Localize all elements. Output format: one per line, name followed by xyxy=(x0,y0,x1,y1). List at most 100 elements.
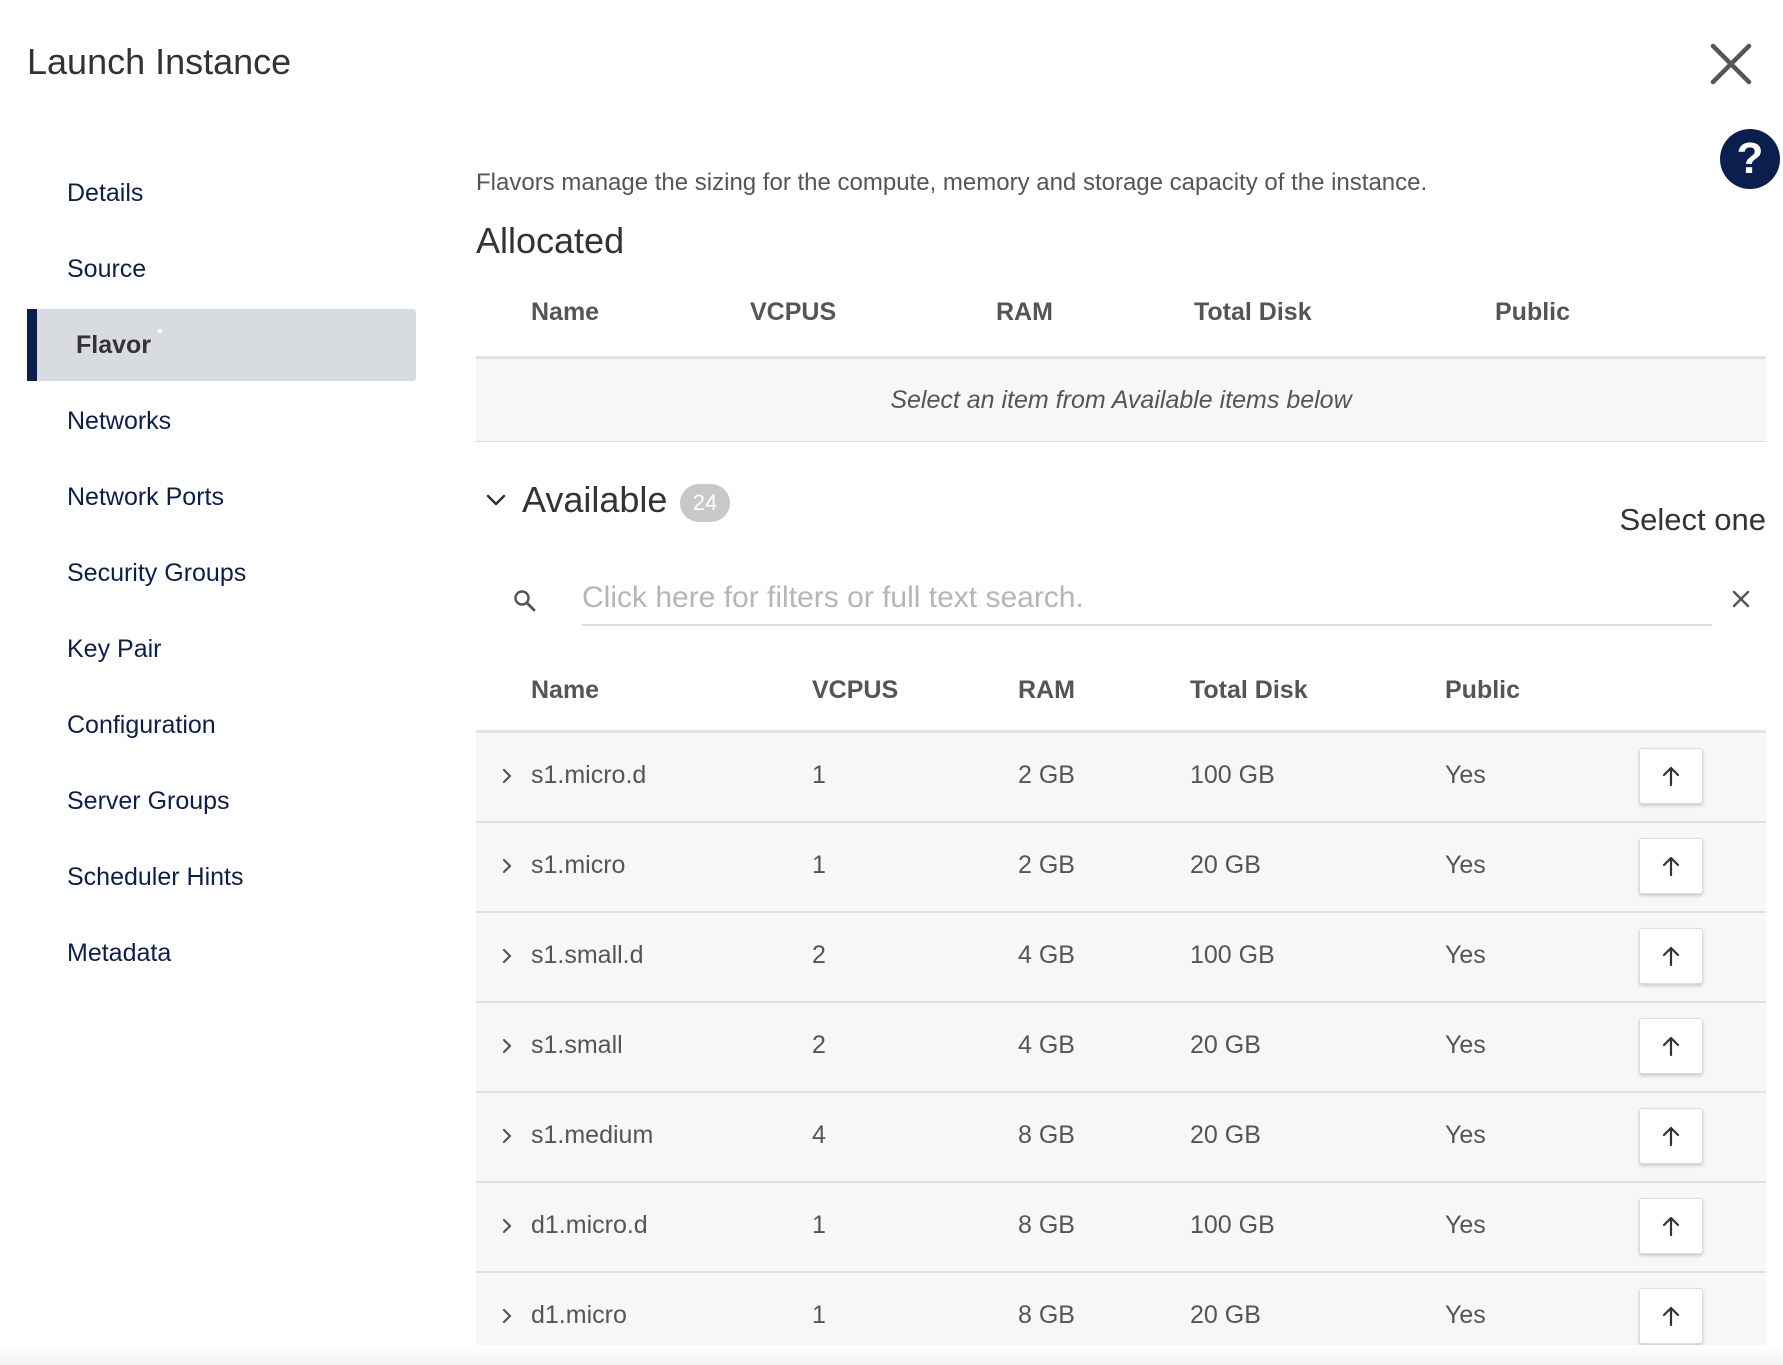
sidebar-item-source[interactable]: Source xyxy=(27,233,416,305)
table-row: d1.micro.d 1 8 GB 100 GB Yes xyxy=(476,1183,1766,1273)
column-header-ram[interactable]: RAM xyxy=(996,298,1053,327)
cell-ram: 8 GB xyxy=(1018,1211,1075,1239)
cell-total-disk: 100 GB xyxy=(1190,761,1275,789)
allocate-button[interactable] xyxy=(1639,1288,1703,1344)
cell-name: s1.medium xyxy=(531,1121,654,1149)
cell-ram: 2 GB xyxy=(1018,851,1075,879)
cell-name: d1.micro xyxy=(531,1301,627,1329)
cell-public: Yes xyxy=(1445,1121,1486,1149)
cell-vcpus: 1 xyxy=(812,1301,826,1329)
cell-total-disk: 20 GB xyxy=(1190,1121,1261,1149)
cell-name: d1.micro.d xyxy=(531,1211,648,1239)
sidebar-item-label: Metadata xyxy=(67,938,172,967)
cell-name: s1.micro xyxy=(531,851,626,879)
chevron-right-icon[interactable] xyxy=(496,1305,518,1327)
sidebar-item-networks[interactable]: Networks xyxy=(27,385,416,457)
arrow-up-icon xyxy=(1662,1036,1680,1057)
allocate-button[interactable] xyxy=(1639,1108,1703,1164)
cell-ram: 8 GB xyxy=(1018,1301,1075,1329)
cell-name: s1.small.d xyxy=(531,941,644,969)
cell-total-disk: 20 GB xyxy=(1190,1301,1261,1329)
sidebar-item-label: Key Pair xyxy=(67,634,162,663)
allocate-button[interactable] xyxy=(1639,928,1703,984)
cell-vcpus: 1 xyxy=(812,1211,826,1239)
search-input[interactable] xyxy=(582,572,1712,626)
chevron-right-icon[interactable] xyxy=(496,945,518,967)
modal-title: Launch Instance xyxy=(27,41,292,82)
cell-vcpus: 2 xyxy=(812,1031,826,1059)
column-header-vcpus[interactable]: VCPUS xyxy=(812,676,898,705)
bottom-shadow xyxy=(0,1345,1783,1365)
cell-ram: 2 GB xyxy=(1018,761,1075,789)
available-count-badge: 24 xyxy=(680,484,730,522)
select-one-hint: Select one xyxy=(1619,502,1767,537)
close-icon xyxy=(1710,43,1752,85)
sidebar-item-flavor[interactable]: Flavor * xyxy=(27,309,416,381)
arrow-up-icon xyxy=(1662,1126,1680,1147)
allocate-button[interactable] xyxy=(1639,1198,1703,1254)
close-button[interactable] xyxy=(1700,33,1762,95)
allocate-button[interactable] xyxy=(1639,748,1703,804)
cell-public: Yes xyxy=(1445,941,1486,969)
chevron-right-icon[interactable] xyxy=(496,1215,518,1237)
column-header-ram[interactable]: RAM xyxy=(1018,676,1075,705)
cell-public: Yes xyxy=(1445,851,1486,879)
sidebar-item-label: Source xyxy=(67,254,147,283)
sidebar-item-key-pair[interactable]: Key Pair xyxy=(27,613,416,685)
allocate-button[interactable] xyxy=(1639,1018,1703,1074)
cell-vcpus: 4 xyxy=(812,1121,826,1149)
cell-vcpus: 2 xyxy=(812,941,826,969)
cell-ram: 4 GB xyxy=(1018,1031,1075,1059)
column-header-public[interactable]: Public xyxy=(1445,676,1520,705)
table-row: s1.micro.d 1 2 GB 100 GB Yes xyxy=(476,733,1766,823)
cell-public: Yes xyxy=(1445,761,1486,789)
cell-total-disk: 20 GB xyxy=(1190,1031,1261,1059)
chevron-right-icon[interactable] xyxy=(496,1125,518,1147)
available-header: Available 24 Select one xyxy=(476,442,1766,552)
chevron-down-icon[interactable] xyxy=(484,488,508,512)
sidebar-item-label: Scheduler Hints xyxy=(67,862,244,891)
sidebar-item-label: Network Ports xyxy=(67,482,224,511)
column-header-total-disk[interactable]: Total Disk xyxy=(1190,676,1308,705)
allocated-table-header: Name VCPUS RAM Total Disk Public xyxy=(476,266,1766,359)
sidebar-item-scheduler-hints[interactable]: Scheduler Hints xyxy=(27,841,416,913)
column-header-name[interactable]: Name xyxy=(531,298,599,327)
sidebar-item-metadata[interactable]: Metadata xyxy=(27,917,416,989)
table-row: s1.micro 1 2 GB 20 GB Yes xyxy=(476,823,1766,913)
sidebar-item-label: Server Groups xyxy=(67,786,230,815)
sidebar-item-network-ports[interactable]: Network Ports xyxy=(27,461,416,533)
arrow-up-icon xyxy=(1662,946,1680,967)
cell-vcpus: 1 xyxy=(812,851,826,879)
sidebar-item-server-groups[interactable]: Server Groups xyxy=(27,765,416,837)
arrow-up-icon xyxy=(1662,1216,1680,1237)
column-header-vcpus[interactable]: VCPUS xyxy=(750,298,836,327)
column-header-public[interactable]: Public xyxy=(1495,298,1570,327)
cell-public: Yes xyxy=(1445,1301,1486,1329)
sidebar-item-security-groups[interactable]: Security Groups xyxy=(27,537,416,609)
sidebar-item-label: Details xyxy=(67,178,144,207)
available-table-header: Name VCPUS RAM Total Disk Public xyxy=(476,650,1766,733)
cell-ram: 4 GB xyxy=(1018,941,1075,969)
chevron-right-icon[interactable] xyxy=(496,855,518,877)
sidebar-item-label: Security Groups xyxy=(67,558,247,587)
sidebar-item-label: Networks xyxy=(67,406,172,435)
flavor-description: Flavors manage the sizing for the comput… xyxy=(476,169,1428,196)
cell-total-disk: 100 GB xyxy=(1190,1211,1275,1239)
wizard-sidebar: Details Source Flavor * Networks Network… xyxy=(27,157,416,993)
sidebar-item-details[interactable]: Details xyxy=(27,157,416,229)
chevron-right-icon[interactable] xyxy=(496,1035,518,1057)
available-title[interactable]: Available xyxy=(522,475,667,525)
allocated-title: Allocated xyxy=(476,220,625,261)
cell-name: s1.small xyxy=(531,1031,623,1059)
required-marker: * xyxy=(157,325,163,341)
cell-public: Yes xyxy=(1445,1031,1486,1059)
sidebar-item-configuration[interactable]: Configuration xyxy=(27,689,416,761)
column-header-total-disk[interactable]: Total Disk xyxy=(1194,298,1312,327)
chevron-right-icon[interactable] xyxy=(496,765,518,787)
cell-public: Yes xyxy=(1445,1211,1486,1239)
allocate-button[interactable] xyxy=(1639,838,1703,894)
cell-total-disk: 20 GB xyxy=(1190,851,1261,879)
allocated-empty-row: Select an item from Available items belo… xyxy=(476,359,1766,442)
column-header-name[interactable]: Name xyxy=(531,676,599,705)
clear-icon[interactable] xyxy=(1726,584,1756,614)
